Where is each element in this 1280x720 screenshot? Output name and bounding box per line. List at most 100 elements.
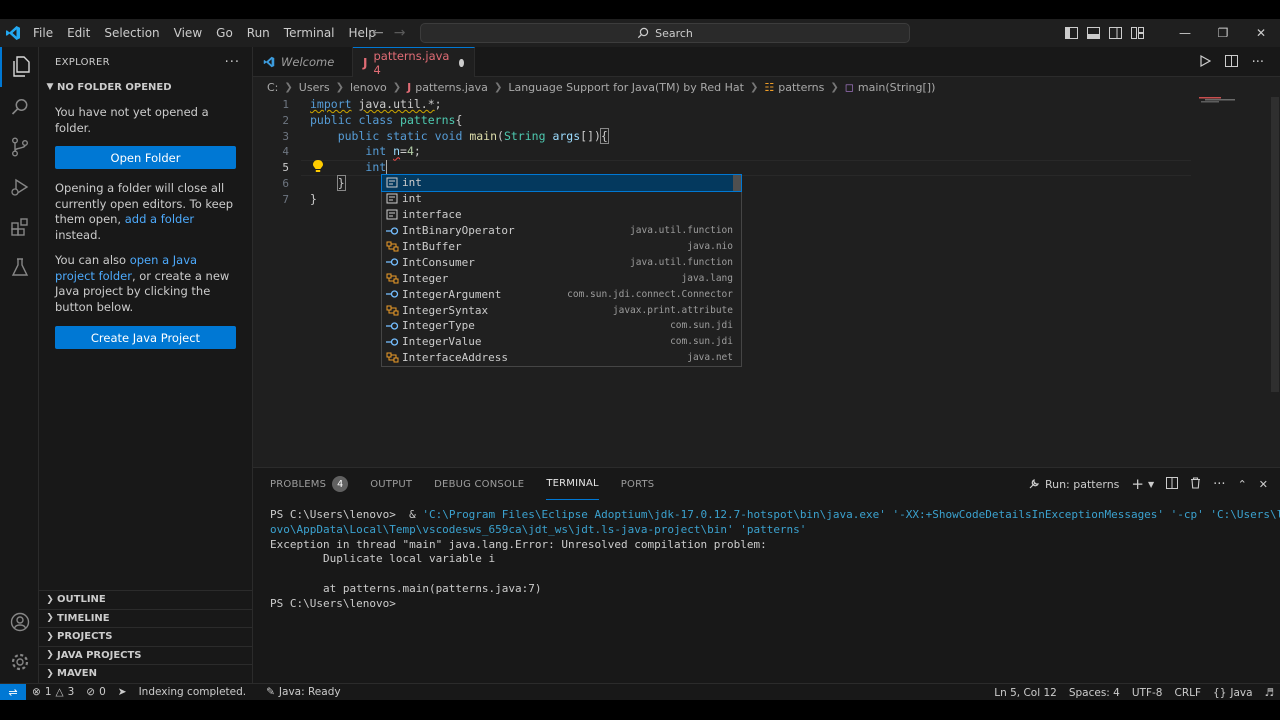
unsaved-dot-icon[interactable]: [459, 58, 464, 67]
suggestion-detail: com.sun.jdi: [670, 320, 733, 332]
tab-patterns-java[interactable]: J patterns.java 4: [353, 47, 475, 77]
menu-file[interactable]: File: [26, 19, 60, 47]
bottom-panel: PROBLEMS 4 OUTPUT DEBUG CONSOLE TERMINAL…: [253, 467, 1280, 683]
outline-section[interactable]: ❯ OUTLINE: [39, 590, 253, 609]
extensions-icon[interactable]: [0, 207, 39, 247]
kill-terminal-trash-icon[interactable]: [1190, 476, 1201, 492]
projects-section[interactable]: ❯ PROJECTS: [39, 627, 253, 646]
split-editor-icon[interactable]: [1224, 54, 1238, 70]
chevron-down-icon: ▼: [46, 82, 54, 92]
no-folder-section-header[interactable]: ▼ NO FOLDER OPENED: [39, 77, 252, 97]
split-terminal-icon[interactable]: [1166, 476, 1179, 492]
chevron-right-icon: ❯: [749, 81, 759, 93]
search-view-icon[interactable]: [0, 87, 39, 127]
suggestion-item[interactable]: IntBinaryOperator java.util.function: [382, 223, 741, 239]
menu-bar: File Edit Selection View Go Run Terminal…: [26, 19, 383, 47]
tab-problems[interactable]: PROBLEMS 4: [270, 468, 349, 500]
menu-go[interactable]: Go: [209, 19, 240, 47]
toggle-panel-icon[interactable]: [1082, 19, 1104, 47]
build-status[interactable]: ➤: [112, 684, 133, 701]
breadcrumb-users[interactable]: Users: [299, 81, 330, 94]
close-window-icon[interactable]: ✕: [1242, 19, 1280, 47]
tab-terminal[interactable]: TERMINAL: [546, 468, 599, 500]
suggestion-item[interactable]: IntegerValue com.sun.jdi: [382, 334, 741, 350]
close-panel-icon[interactable]: ✕: [1259, 478, 1268, 491]
maximize-panel-chevron-up-icon[interactable]: ⌃: [1238, 478, 1247, 491]
terminal-dropdown-chevron-icon[interactable]: ▼: [1148, 480, 1154, 489]
run-terminal-selector[interactable]: Run: patterns: [1028, 478, 1119, 491]
suggestion-item[interactable]: interface: [382, 207, 741, 223]
tab-output-label: OUTPUT: [370, 478, 413, 490]
suggestion-item[interactable]: IntegerArgument com.sun.jdi.connect.Conne…: [382, 286, 741, 302]
run-debug-icon[interactable]: [0, 167, 39, 207]
encoding[interactable]: UTF-8: [1126, 684, 1169, 701]
forward-arrow-icon[interactable]: →: [394, 25, 406, 41]
remote-indicator-icon[interactable]: ⇌: [0, 683, 26, 701]
accounts-icon[interactable]: [0, 602, 39, 642]
breadcrumb-drive[interactable]: C:: [267, 81, 278, 94]
editor-scrollbar[interactable]: [1271, 97, 1279, 392]
panel-more-icon[interactable]: ···: [1213, 477, 1225, 492]
line-number: 1: [282, 98, 289, 111]
suggestion-item[interactable]: IntConsumer java.util.function: [382, 254, 741, 270]
menu-terminal[interactable]: Terminal: [277, 19, 342, 47]
tab-ports[interactable]: PORTS: [621, 468, 655, 500]
menu-run[interactable]: Run: [240, 19, 277, 47]
new-terminal-plus-icon[interactable]: +: [1131, 475, 1144, 493]
editor-more-icon[interactable]: ···: [1252, 55, 1264, 70]
notifications-bell-icon[interactable]: ♬: [1259, 684, 1280, 701]
customize-layout-icon[interactable]: [1126, 19, 1148, 47]
explorer-sidebar: EXPLORER ··· ▼ NO FOLDER OPENED You have…: [39, 47, 253, 683]
tab-output[interactable]: OUTPUT: [370, 468, 412, 500]
suggestion-item[interactable]: Integer java.lang: [382, 270, 741, 286]
add-folder-link[interactable]: add a folder: [125, 212, 194, 226]
restore-icon[interactable]: ❐: [1204, 19, 1242, 47]
maven-section[interactable]: ❯ MAVEN: [39, 664, 253, 683]
menu-edit[interactable]: Edit: [60, 19, 97, 47]
java-projects-section[interactable]: ❯ JAVA PROJECTS: [39, 645, 253, 665]
indexing-status[interactable]: Indexing completed.: [133, 684, 253, 701]
java-status[interactable]: ✎ Java: Ready: [260, 684, 346, 701]
explorer-icon[interactable]: [0, 47, 39, 87]
breadcrumb-language-support[interactable]: Language Support for Java(TM) by Red Hat: [508, 81, 744, 94]
class-icon: [384, 351, 400, 365]
tools-icon: [1029, 479, 1039, 489]
ports-status[interactable]: ⊘ 0: [80, 684, 112, 701]
suggestion-item[interactable]: int: [382, 191, 741, 207]
breadcrumb-class[interactable]: patterns: [778, 81, 824, 94]
menu-selection[interactable]: Selection: [97, 19, 166, 47]
more-actions-icon[interactable]: ···: [225, 55, 240, 70]
suggestion-item[interactable]: IntegerType com.sun.jdi: [382, 318, 741, 334]
terminal-output[interactable]: PS C:\Users\lenovo> & 'C:\Program Files\…: [270, 508, 1280, 612]
testing-flask-icon[interactable]: [0, 247, 39, 287]
breadcrumb-method[interactable]: main(String[]): [858, 81, 935, 94]
back-arrow-icon[interactable]: ←: [372, 25, 384, 41]
minimize-icon[interactable]: —: [1166, 19, 1204, 47]
problems-status[interactable]: ⊗ 1 △ 3: [26, 684, 80, 701]
tab-debug-console[interactable]: DEBUG CONSOLE: [434, 468, 524, 500]
toggle-secondary-sidebar-icon[interactable]: [1104, 19, 1126, 47]
suggestion-item[interactable]: IntBuffer java.nio: [382, 239, 741, 255]
suggestion-item[interactable]: InterfaceAddress java.net: [382, 350, 741, 366]
manage-gear-icon[interactable]: [0, 642, 39, 682]
tab-welcome[interactable]: Welcome: [253, 47, 353, 77]
create-java-project-button[interactable]: Create Java Project: [55, 326, 236, 349]
command-center-search[interactable]: Search: [420, 23, 910, 43]
breadcrumb-lenovo[interactable]: lenovo: [350, 81, 387, 94]
snippet-icon: [384, 208, 400, 222]
suggestion-item[interactable]: IntegerSyntax javax.print.attribute: [382, 302, 741, 318]
breadcrumb-file[interactable]: patterns.java: [415, 81, 488, 94]
language-mode[interactable]: {} Java: [1207, 684, 1259, 701]
timeline-section[interactable]: ❯ TIMELINE: [39, 608, 253, 628]
suggestion-item[interactable]: int: [381, 174, 742, 192]
suggest-scrollbar[interactable]: [733, 175, 741, 191]
minimap[interactable]: [1197, 97, 1267, 467]
source-control-icon[interactable]: [0, 127, 39, 167]
run-java-icon[interactable]: [1199, 54, 1211, 70]
cursor-position[interactable]: Ln 5, Col 12: [988, 684, 1063, 701]
menu-view[interactable]: View: [167, 19, 209, 47]
toggle-primary-sidebar-icon[interactable]: [1060, 19, 1082, 47]
end-of-line[interactable]: CRLF: [1168, 684, 1207, 701]
indentation[interactable]: Spaces: 4: [1063, 684, 1126, 701]
open-folder-button[interactable]: Open Folder: [55, 146, 236, 169]
